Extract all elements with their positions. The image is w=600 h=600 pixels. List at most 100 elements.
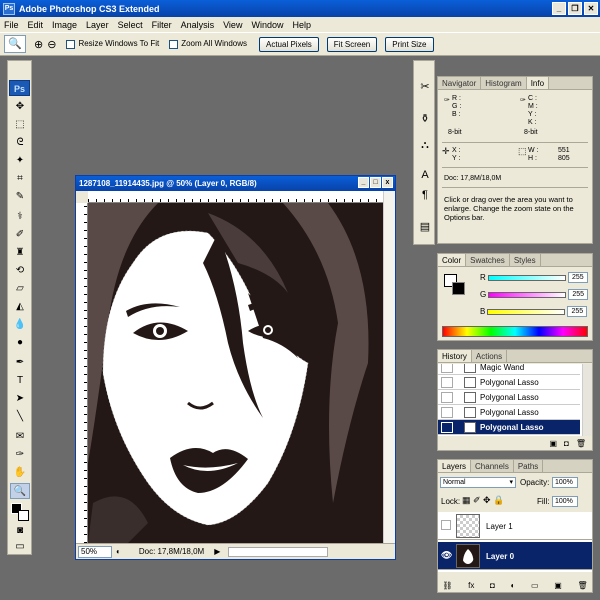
menu-layer[interactable]: Layer	[86, 20, 109, 30]
line-tool-icon[interactable]: ╲	[10, 409, 30, 425]
history-scrollbar[interactable]	[582, 364, 592, 436]
green-slider[interactable]	[488, 291, 567, 298]
horizontal-ruler[interactable]	[88, 191, 384, 203]
tab-paths[interactable]: Paths	[514, 460, 544, 472]
zoom-level-field[interactable]: 50%	[78, 545, 112, 558]
history-item[interactable]: Magic Wand	[438, 364, 580, 375]
healing-brush-icon[interactable]: ⚕	[10, 209, 30, 225]
history-brush-icon[interactable]: ⟲	[10, 263, 30, 279]
tool-preset-picker[interactable]: 🔍	[4, 35, 26, 53]
zoom-in-icon[interactable]: ⊕	[34, 38, 43, 51]
menu-filter[interactable]: Filter	[152, 20, 172, 30]
tab-swatches[interactable]: Swatches	[466, 254, 510, 266]
tab-histogram[interactable]: Histogram	[481, 77, 527, 89]
tab-color[interactable]: Color	[438, 254, 467, 266]
history-item[interactable]: Polygonal Lasso	[438, 375, 580, 390]
new-group-icon[interactable]: ▭	[531, 581, 539, 590]
brush-tool-icon[interactable]: ✐	[10, 227, 30, 243]
crop-tool-icon[interactable]: ⌗	[10, 171, 30, 187]
menu-edit[interactable]: Edit	[28, 20, 44, 30]
document-title-bar[interactable]: 1287108_11914435.jpg @ 50% (Layer 0, RGB…	[76, 176, 395, 191]
link-layers-icon[interactable]: ⛓	[442, 581, 452, 590]
tool-presets-icon[interactable]: ✂	[417, 79, 433, 95]
history-item[interactable]: Polygonal Lasso	[438, 390, 580, 405]
history-item-selected[interactable]: Polygonal Lasso	[438, 420, 580, 435]
quick-mask-icon[interactable]: ◙	[10, 523, 30, 539]
eraser-tool-icon[interactable]: ▱	[10, 281, 30, 297]
color-bg-swatch[interactable]	[452, 282, 465, 295]
layer-row[interactable]: Layer 1	[438, 512, 592, 540]
fill-field[interactable]: 100%	[552, 496, 578, 507]
character-icon[interactable]: A	[417, 167, 433, 183]
notes-tool-icon[interactable]: ✉	[10, 429, 30, 445]
status-menu-arrow-icon[interactable]: ▶	[214, 547, 220, 556]
tab-history[interactable]: History	[438, 350, 472, 362]
pen-tool-icon[interactable]: ✒	[10, 355, 30, 371]
vertical-ruler[interactable]	[76, 203, 88, 543]
marquee-tool-icon[interactable]: ⬚	[10, 117, 30, 133]
horizontal-scrollbar[interactable]	[228, 546, 329, 557]
path-selection-icon[interactable]: ➤	[10, 391, 30, 407]
status-info-icon[interactable]: ◐	[116, 547, 121, 556]
lasso-tool-icon[interactable]: ᘓ	[10, 135, 30, 151]
zoom-out-icon[interactable]: ⊖	[47, 38, 56, 51]
blue-value[interactable]: 255	[567, 306, 588, 317]
layer-style-icon[interactable]: fx	[468, 581, 474, 590]
screen-mode-icon[interactable]: ▭	[10, 539, 30, 555]
eyedropper-icon[interactable]: ✑	[10, 447, 30, 463]
fit-screen-button[interactable]: Fit Screen	[326, 36, 378, 52]
blue-slider[interactable]	[487, 308, 566, 315]
zoom-tool-icon[interactable]: 🔍	[10, 483, 30, 499]
type-tool-icon[interactable]: T	[10, 373, 30, 389]
red-value[interactable]: 255	[567, 272, 588, 283]
trash-icon[interactable]: 🗑	[576, 439, 586, 448]
zoom-all-windows-checkbox[interactable]	[169, 39, 179, 49]
magic-wand-tool-icon[interactable]: ✦	[10, 153, 30, 169]
adjustment-layer-icon[interactable]: ◐	[511, 581, 516, 590]
background-color-swatch[interactable]	[18, 510, 29, 521]
visibility-toggle[interactable]	[441, 520, 451, 530]
new-document-from-state-icon[interactable]: ▣	[549, 439, 557, 448]
slice-tool-icon[interactable]: ✎	[10, 189, 30, 205]
lock-icons[interactable]: ▦ ✐ ✥ 🔒	[462, 495, 504, 506]
dodge-tool-icon[interactable]: ●	[10, 335, 30, 351]
eye-icon[interactable]: 👁	[441, 550, 452, 561]
paint-bucket-icon[interactable]: ◭	[10, 299, 30, 315]
resize-windows-option[interactable]: Resize Windows To Fit	[66, 39, 159, 49]
resize-windows-checkbox[interactable]	[66, 39, 76, 49]
hand-tool-icon[interactable]: ✋	[10, 465, 30, 481]
image-canvas[interactable]	[88, 203, 384, 543]
layer-comps-icon[interactable]: ▤	[417, 219, 433, 235]
menu-help[interactable]: Help	[292, 20, 311, 30]
color-spectrum-ramp[interactable]	[442, 326, 588, 337]
layer-mask-icon[interactable]: ◘	[490, 581, 495, 590]
layer-row-selected[interactable]: 👁 Layer 0	[438, 542, 592, 570]
tab-info[interactable]: Info	[526, 77, 550, 89]
doc-minimize-button[interactable]: _	[358, 177, 369, 188]
clone-source-icon[interactable]: ⛬	[417, 137, 433, 153]
new-layer-icon[interactable]: ▣	[554, 581, 562, 590]
actual-pixels-button[interactable]: Actual Pixels	[259, 36, 319, 52]
brushes-icon[interactable]: ⚱	[417, 111, 433, 127]
tab-layers[interactable]: Layers	[438, 460, 472, 472]
history-item[interactable]: Polygonal Lasso	[438, 405, 580, 420]
green-value[interactable]: 255	[568, 289, 589, 300]
paragraph-icon[interactable]: ¶	[417, 187, 433, 203]
tab-styles[interactable]: Styles	[510, 254, 541, 266]
tab-actions[interactable]: Actions	[472, 350, 508, 362]
vertical-scrollbar[interactable]	[383, 191, 395, 543]
menu-file[interactable]: File	[4, 20, 19, 30]
red-slider[interactable]	[487, 274, 566, 281]
menu-select[interactable]: Select	[118, 20, 143, 30]
doc-maximize-button[interactable]: □	[370, 177, 381, 188]
menu-analysis[interactable]: Analysis	[181, 20, 215, 30]
delete-layer-icon[interactable]: 🗑	[577, 581, 587, 590]
blur-tool-icon[interactable]: 💧	[10, 317, 30, 333]
minimize-button[interactable]: _	[552, 2, 566, 15]
menu-image[interactable]: Image	[52, 20, 77, 30]
zoom-all-windows-option[interactable]: Zoom All Windows	[169, 39, 247, 49]
menu-window[interactable]: Window	[251, 20, 283, 30]
doc-close-button[interactable]: x	[382, 177, 393, 188]
tab-navigator[interactable]: Navigator	[438, 77, 482, 89]
restore-button[interactable]: ❐	[568, 2, 582, 15]
